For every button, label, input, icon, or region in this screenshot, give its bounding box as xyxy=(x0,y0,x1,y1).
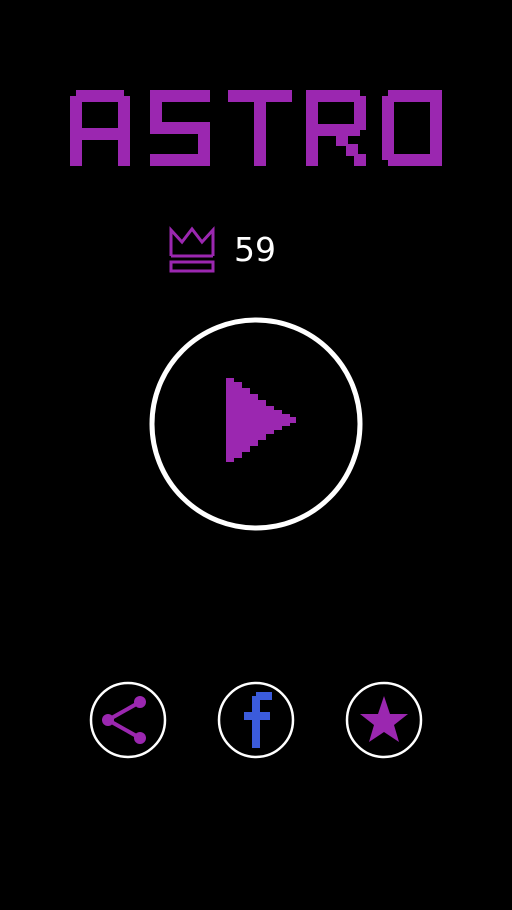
rate-button[interactable] xyxy=(344,680,424,760)
star-icon xyxy=(345,681,423,759)
astro-title-logo xyxy=(70,90,442,166)
play-icon xyxy=(226,378,296,462)
share-icon xyxy=(89,681,167,759)
facebook-icon xyxy=(217,681,295,759)
share-button[interactable] xyxy=(88,680,168,760)
best-score-row: 59 xyxy=(168,226,348,276)
crown-icon xyxy=(169,226,215,273)
best-score-value: 59 xyxy=(234,230,276,269)
game-menu-screen: 59 xyxy=(0,0,512,910)
facebook-button[interactable] xyxy=(216,680,296,760)
play-button[interactable] xyxy=(148,316,364,532)
